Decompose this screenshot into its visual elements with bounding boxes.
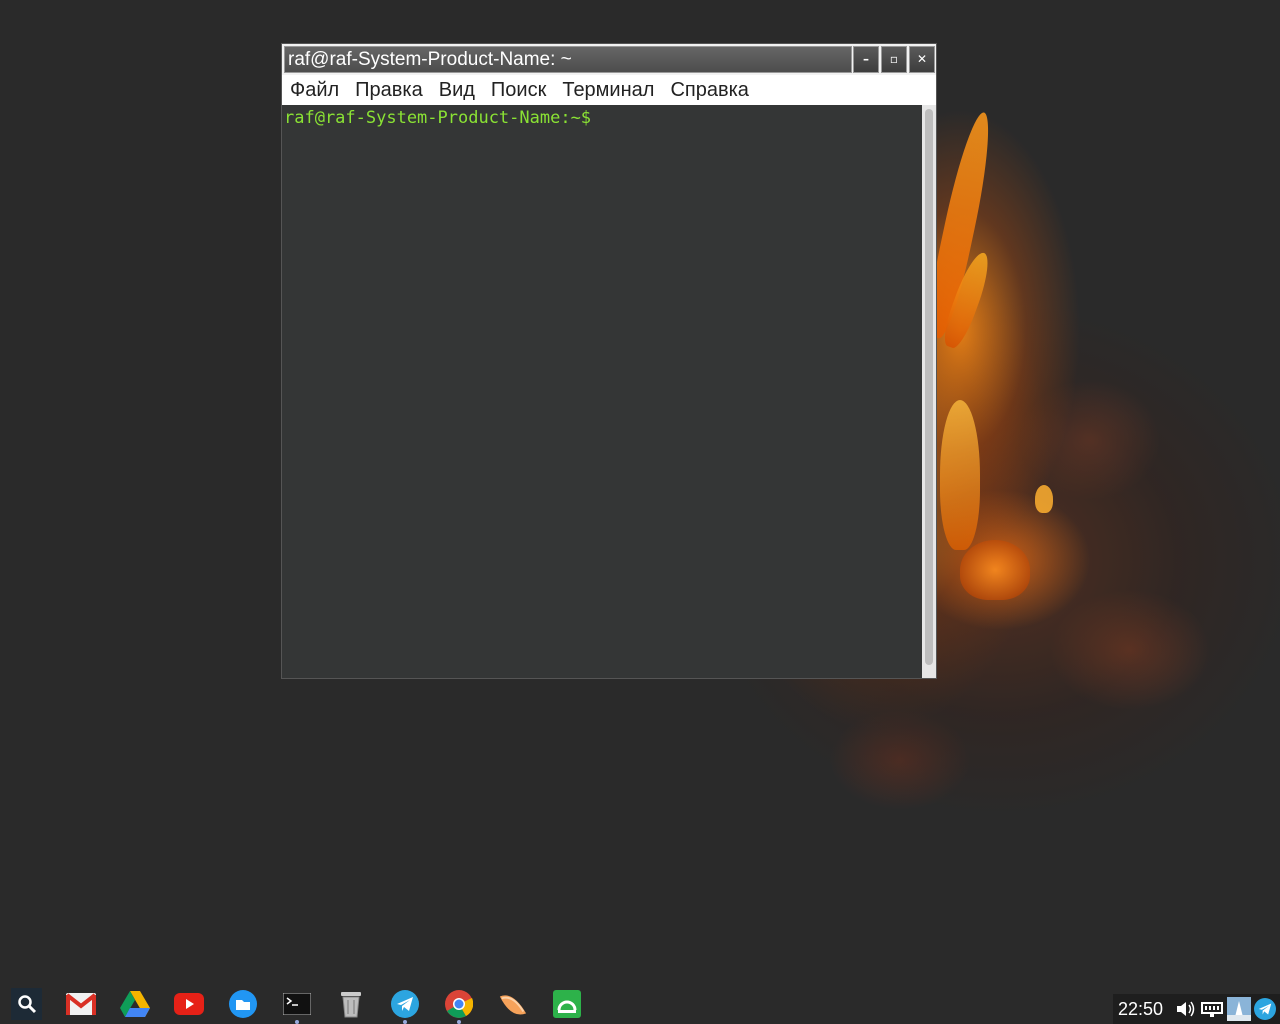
telegram-launcher[interactable] [390, 990, 420, 1018]
trash-launcher[interactable] [336, 990, 366, 1018]
user-avatar-icon[interactable] [1226, 997, 1251, 1021]
menu-file[interactable]: Файл [282, 75, 347, 105]
wallpaper-flame [960, 540, 1030, 600]
clock[interactable]: 22:50 [1118, 999, 1174, 1020]
menu-view[interactable]: Вид [431, 75, 483, 105]
torrent-launcher[interactable] [552, 990, 582, 1018]
menu-help[interactable]: Справка [662, 75, 756, 105]
window-title[interactable]: raf@raf-System-Product-Name: ~ [284, 46, 852, 73]
terminal-window[interactable]: raf@raf-System-Product-Name: ~ – ▫ ✕ Фай… [281, 43, 937, 679]
running-indicator [295, 1020, 299, 1024]
maximize-button[interactable]: ▫ [881, 46, 907, 73]
scrollbar[interactable] [922, 105, 936, 678]
terminal-output[interactable]: raf@raf-System-Product-Name:~$ [282, 105, 922, 678]
volume-icon[interactable] [1174, 997, 1197, 1021]
files-icon [229, 990, 257, 1018]
close-button[interactable]: ✕ [909, 46, 935, 73]
drive-launcher[interactable] [120, 990, 150, 1018]
trash-icon [341, 992, 361, 1018]
network-icon[interactable] [1200, 997, 1224, 1021]
gmail-icon [66, 993, 96, 1015]
clementine-icon [499, 995, 527, 1015]
menu-search[interactable]: Поиск [483, 75, 554, 105]
youtube-launcher[interactable] [174, 990, 204, 1018]
youtube-icon [174, 993, 204, 1015]
torrent-icon [553, 990, 581, 1018]
scrollbar-thumb[interactable] [925, 109, 933, 665]
wallpaper-flame [940, 400, 980, 550]
shell-prompt: raf@raf-System-Product-Name:~$ [284, 108, 592, 128]
chrome-icon [445, 990, 473, 1018]
menu-bar: Файл Правка Вид Поиск Терминал Справка [282, 75, 936, 105]
menu-edit[interactable]: Правка [347, 75, 431, 105]
menu-terminal[interactable]: Терминал [554, 75, 662, 105]
terminal-icon [283, 993, 311, 1015]
telegram-icon [391, 990, 419, 1018]
running-indicator [403, 1020, 407, 1024]
files-launcher[interactable] [228, 990, 258, 1018]
wallpaper-flame [1035, 485, 1053, 513]
search-button[interactable] [11, 988, 42, 1020]
clementine-launcher[interactable] [498, 990, 528, 1018]
minimize-button[interactable]: – [853, 46, 879, 73]
running-indicator [457, 1020, 461, 1024]
google-drive-icon [120, 991, 150, 1017]
gmail-launcher[interactable] [66, 990, 96, 1018]
chrome-launcher[interactable] [444, 990, 474, 1018]
search-icon [17, 995, 36, 1014]
telegram-tray-icon[interactable] [1254, 997, 1277, 1021]
system-tray: 22:50 [1113, 994, 1280, 1024]
terminal-launcher[interactable] [282, 990, 312, 1018]
